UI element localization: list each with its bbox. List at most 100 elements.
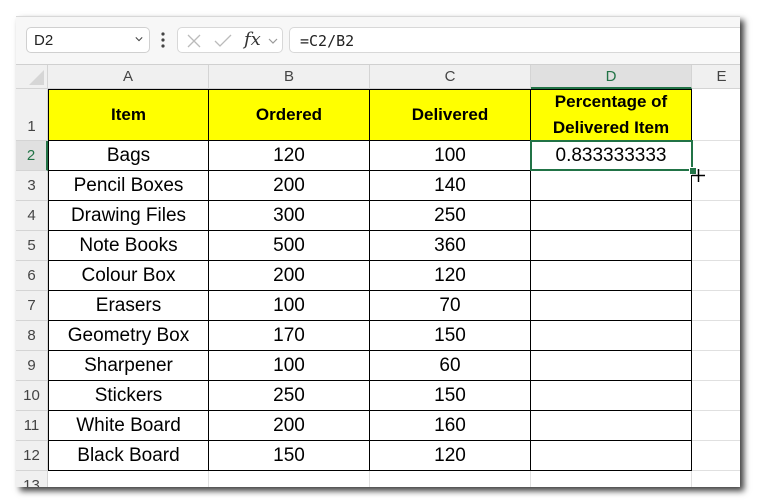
column-header-c[interactable]: C [370,65,531,89]
grid-cell[interactable] [692,411,740,441]
row-header-9[interactable]: 9 [16,351,48,381]
cell-pct[interactable] [531,231,692,261]
cell-item[interactable]: Geometry Box [48,321,209,351]
chevron-down-icon[interactable] [268,37,278,45]
grid-cell[interactable] [48,471,209,487]
cell-pct[interactable] [531,201,692,231]
cell-pct[interactable] [531,291,692,321]
grid-cell[interactable] [692,231,740,261]
formula-text: =C2/B2 [300,32,355,50]
grid-cell[interactable] [692,381,740,411]
cell-ordered[interactable]: 250 [209,381,370,411]
grid-cell[interactable] [692,291,740,321]
row-header-7[interactable]: 7 [16,291,48,321]
row-header-1[interactable]: 1 [16,89,48,141]
more-options-icon[interactable] [161,32,165,48]
cell-ordered[interactable]: 500 [209,231,370,261]
cell-delivered[interactable]: 360 [370,231,531,261]
cell-ordered[interactable]: 200 [209,261,370,291]
cell-item[interactable]: Stickers [48,381,209,411]
select-all-button[interactable] [16,65,48,89]
cell-pct[interactable] [531,411,692,441]
table-header-label: Percentage of Delivered Item [552,92,670,137]
formula-input[interactable]: =C2/B2 [289,27,740,53]
column-header-b[interactable]: B [209,65,370,89]
row-header-11[interactable]: 11 [16,411,48,441]
crosshair-cursor-icon [692,169,705,182]
cell-pct[interactable] [531,441,692,471]
grid-cell[interactable] [209,471,370,487]
cell-pct[interactable] [531,351,692,381]
column-header-d[interactable]: D [531,65,692,89]
table-header-ordered[interactable]: Ordered [209,89,370,141]
cell-pct[interactable] [531,381,692,411]
grid-cell[interactable] [692,261,740,291]
row-header-10[interactable]: 10 [16,381,48,411]
column-header-a[interactable]: A [48,65,209,89]
grid-cell[interactable] [692,201,740,231]
cell-delivered[interactable]: 150 [370,321,531,351]
cell-ordered[interactable]: 120 [209,141,370,171]
cell-ordered[interactable]: 100 [209,351,370,381]
cell-delivered[interactable]: 250 [370,201,531,231]
grid-cell[interactable] [692,471,740,487]
cell-pct[interactable] [531,171,692,201]
table-header-delivered[interactable]: Delivered [370,89,531,141]
cell-delivered[interactable]: 100 [370,141,531,171]
cell-item[interactable]: Sharpener [48,351,209,381]
cell-item[interactable]: Drawing Files [48,201,209,231]
row-header-8[interactable]: 8 [16,321,48,351]
cell-item[interactable]: Bags [48,141,209,171]
cell-item[interactable]: Note Books [48,231,209,261]
row-header-3[interactable]: 3 [16,171,48,201]
cell-delivered[interactable]: 160 [370,411,531,441]
cell-delivered[interactable]: 60 [370,351,531,381]
row-header-13[interactable]: 13 [16,471,48,487]
cell-delivered[interactable]: 70 [370,291,531,321]
row-header-6[interactable]: 6 [16,261,48,291]
grid-cell[interactable] [692,441,740,471]
name-box[interactable]: D2 [26,27,150,53]
cell-pct[interactable]: 0.833333333 [531,141,692,171]
table-header-label: Delivered [411,105,489,124]
row-header-5[interactable]: 5 [16,231,48,261]
grid-cell[interactable] [692,141,740,171]
chevron-down-icon[interactable] [135,35,143,43]
cell-delivered[interactable]: 150 [370,381,531,411]
cell-item[interactable]: White Board [48,411,209,441]
formula-controls: fx [177,27,283,53]
cancel-icon[interactable] [186,33,202,49]
cell-pct[interactable] [531,261,692,291]
row-header-12[interactable]: 12 [16,441,48,471]
spreadsheet-grid: A B C D E 1 2 3 4 5 6 7 8 9 10 11 12 13 Item Ordered Deliver… [16,65,740,487]
cell-ordered[interactable]: 100 [209,291,370,321]
table-header-pct[interactable]: Percentage of Delivered Item [531,89,692,141]
grid-cell[interactable] [692,321,740,351]
column-header-e[interactable]: E [692,65,740,89]
cell-item[interactable]: Pencil Boxes [48,171,209,201]
table-header-item[interactable]: Item [48,89,209,141]
cell-delivered[interactable]: 120 [370,261,531,291]
excel-window: D2 fx =C2/B2 A B C D E 1 2 3 4 5 6 7 8 9 10 11 12 13 Item O… [16,16,740,487]
cell-item[interactable]: Colour Box [48,261,209,291]
grid-cell[interactable] [692,351,740,381]
enter-check-icon[interactable] [214,33,232,49]
table-header-label: Item [111,105,146,124]
cell-item[interactable]: Black Board [48,441,209,471]
cell-ordered[interactable]: 300 [209,201,370,231]
grid-cell[interactable] [692,89,740,141]
cell-ordered[interactable]: 200 [209,171,370,201]
cell-item[interactable]: Erasers [48,291,209,321]
cell-ordered[interactable]: 200 [209,411,370,441]
row-header-2[interactable]: 2 [16,141,48,171]
insert-function-icon[interactable]: fx [244,29,261,50]
row-header-4[interactable]: 4 [16,201,48,231]
cell-delivered[interactable]: 120 [370,441,531,471]
grid-cell[interactable] [531,471,692,487]
cell-pct[interactable] [531,321,692,351]
cell-ordered[interactable]: 170 [209,321,370,351]
cell-delivered[interactable]: 140 [370,171,531,201]
table-header-label: Ordered [255,105,323,124]
grid-cell[interactable] [370,471,531,487]
cell-ordered[interactable]: 150 [209,441,370,471]
